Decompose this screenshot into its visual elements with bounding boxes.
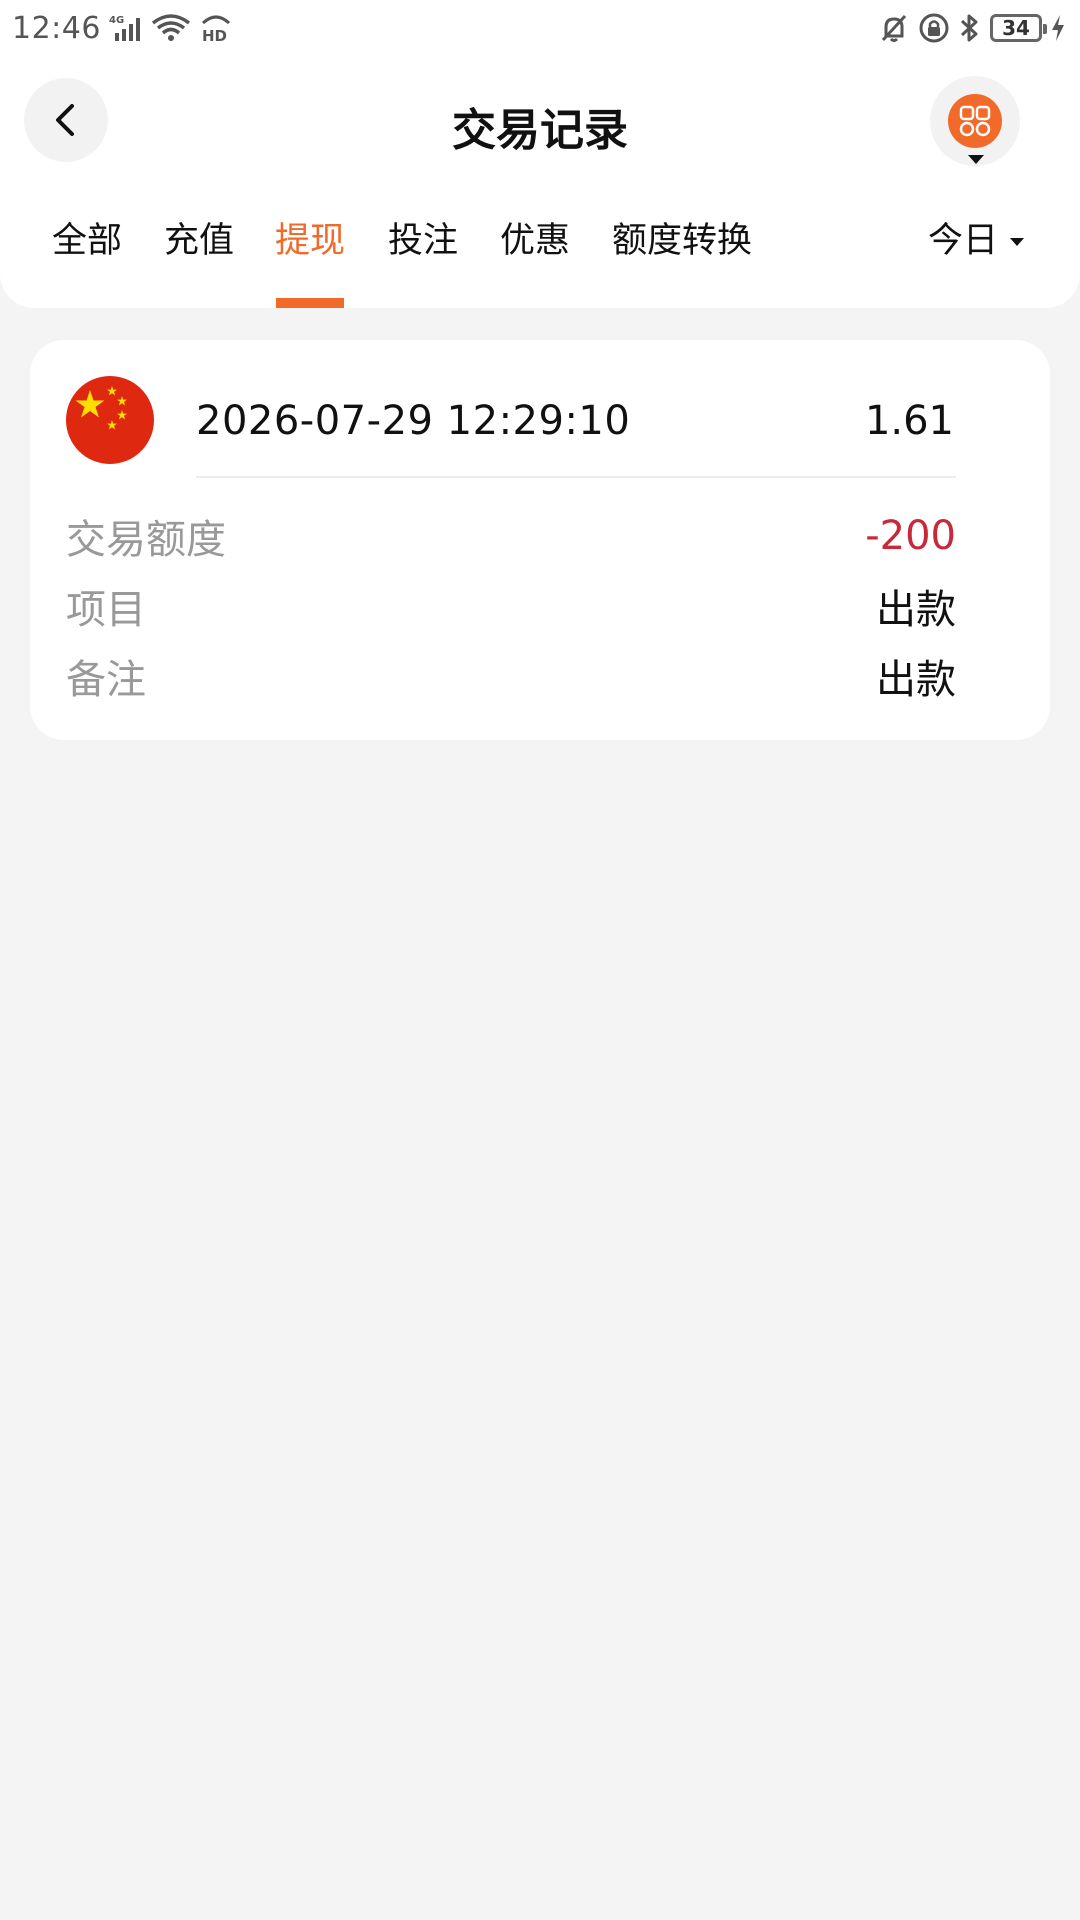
row-label: 项目 xyxy=(66,587,146,633)
date-filter-label: 今日 xyxy=(927,221,998,261)
row-value: 出款 xyxy=(876,587,956,633)
status-left: 12:46 4G HD xyxy=(12,11,233,46)
battery-icon: 34 xyxy=(990,14,1047,42)
caret-down-icon xyxy=(1010,237,1024,246)
tab-all[interactable]: 全部 xyxy=(52,222,122,308)
row-transaction-amount: 交易额度 -200 xyxy=(66,508,956,564)
hd-call-icon: HD xyxy=(199,13,233,43)
tab-bar: 全部 充值 提现 投注 优惠 额度转换 xyxy=(0,222,1080,308)
tab-transfer[interactable]: 额度转换 xyxy=(612,222,752,308)
tab-withdraw[interactable]: 提现 xyxy=(275,222,345,308)
menu-button[interactable] xyxy=(930,76,1020,166)
charging-icon xyxy=(1050,13,1066,43)
menu-caret-icon xyxy=(968,155,984,164)
transaction-amount: 1.61 xyxy=(864,398,954,444)
wifi-icon xyxy=(151,13,191,43)
status-right: 34 xyxy=(878,12,1066,44)
date-filter[interactable]: 今日 xyxy=(928,224,1024,259)
bluetooth-icon xyxy=(958,12,982,44)
hd-label: HD xyxy=(202,27,227,43)
row-item: 项目 出款 xyxy=(66,578,956,634)
row-value: 出款 xyxy=(876,657,956,703)
status-bar: 12:46 4G HD 34 xyxy=(0,0,1080,56)
header: 交易记录 全部 充值 提现 投注 优惠 额度转换 今日 xyxy=(0,56,1080,308)
tab-bet[interactable]: 投注 xyxy=(388,222,458,308)
row-value: -200 xyxy=(865,513,956,559)
network-type: 4G xyxy=(109,15,124,26)
mute-bell-icon xyxy=(878,12,910,44)
lock-rotation-icon xyxy=(918,12,950,44)
divider xyxy=(196,476,956,478)
tab-deposit[interactable]: 充值 xyxy=(164,222,234,308)
status-time: 12:46 xyxy=(12,10,101,46)
signal-icon: 4G xyxy=(109,13,143,43)
china-flag-icon xyxy=(66,376,154,464)
grid-menu-icon xyxy=(948,94,1002,148)
row-label: 备注 xyxy=(66,657,146,703)
page-title: 交易记录 xyxy=(452,105,628,156)
tab-promotion[interactable]: 优惠 xyxy=(500,222,570,308)
transaction-time: 2026-07-29 12:29:10 xyxy=(196,398,631,444)
transaction-card[interactable]: 2026-07-29 12:29:10 1.61 交易额度 -200 项目 出款… xyxy=(30,340,1050,740)
row-label: 交易额度 xyxy=(66,517,226,563)
row-remark: 备注 出款 xyxy=(66,648,956,704)
